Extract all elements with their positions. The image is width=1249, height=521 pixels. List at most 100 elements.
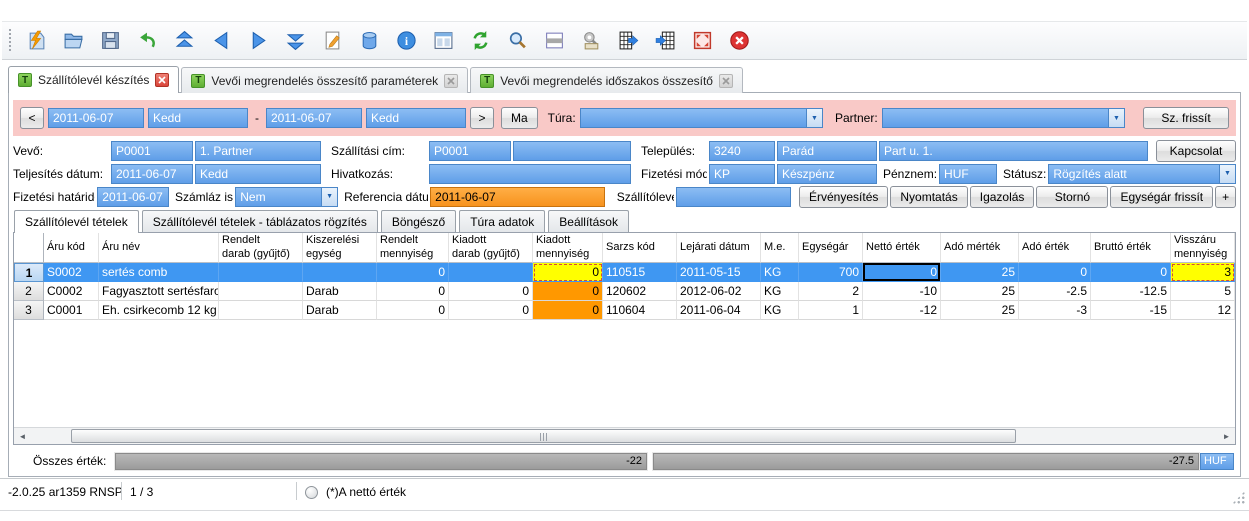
subtab-tablazatos-rogzites[interactable]: Szállítólevél tételek - táblázatos rögzí… (142, 210, 378, 232)
row-view-icon[interactable] (542, 29, 566, 53)
column-header[interactable]: Áru kód (44, 233, 99, 263)
day-from-field[interactable]: Kedd (148, 108, 248, 128)
fizetesi-mod-name-field[interactable]: Készpénz (777, 164, 877, 184)
tab-close-icon[interactable] (155, 73, 169, 87)
table-cell[interactable]: 2 (799, 282, 863, 301)
open-icon[interactable] (61, 29, 85, 53)
table-cell[interactable]: 0 (449, 301, 533, 320)
row-number-cell[interactable]: 2 (14, 282, 44, 301)
table-cell[interactable]: Fagyasztott sertésfarok (99, 282, 219, 301)
nyomtatas-button[interactable]: Nyomtatás (890, 186, 967, 208)
statusz-value[interactable]: Rögzítés alatt (1048, 164, 1219, 184)
table-cell[interactable]: 0 (533, 282, 603, 301)
szallitolevel-field[interactable] (676, 187, 791, 207)
plus-button[interactable]: + (1215, 186, 1236, 208)
table-cell[interactable]: Darab (303, 301, 377, 320)
table-cell[interactable]: S0002 (44, 263, 99, 282)
tab-vevoi-megrendeles-osszesito-parameterek[interactable]: T Vevői megrendelés összesítő paramétere… (181, 67, 468, 93)
teljesites-nap-field[interactable]: Kedd (195, 164, 321, 184)
table-cell[interactable]: 0 (533, 263, 603, 282)
table-cell[interactable]: Darab (303, 282, 377, 301)
grid-corner-cell[interactable] (14, 233, 44, 263)
tura-combobox[interactable]: ▼ (580, 108, 823, 128)
info-icon[interactable]: i (394, 29, 418, 53)
telepules-street-field[interactable]: Part u. 1. (879, 141, 1148, 161)
preview-icon[interactable] (431, 29, 455, 53)
column-header[interactable]: Adó mérték (941, 233, 1019, 263)
table-cell[interactable] (219, 301, 303, 320)
table-row[interactable]: 2C0002Fagyasztott sertésfarokDarab000120… (14, 282, 1235, 301)
telepules-city-field[interactable]: Parád (777, 141, 877, 161)
tab-vevoi-megrendeles-idoszakos-osszesito[interactable]: T Vevői megrendelés időszakos összesítő (470, 67, 743, 93)
table-cell[interactable]: 0 (377, 263, 449, 282)
table-cell[interactable]: 0 (449, 282, 533, 301)
table-cell[interactable]: -12 (863, 301, 941, 320)
table-cell[interactable]: sertés comb (99, 263, 219, 282)
resize-grip[interactable] (1232, 491, 1245, 504)
scrollbar-thumb[interactable] (71, 429, 1016, 443)
tab-close-icon[interactable] (444, 74, 458, 88)
table-cell[interactable]: 2012-06-02 (677, 282, 761, 301)
refresh-list-button[interactable]: Sz. frissít (1143, 107, 1229, 129)
penznem-field[interactable]: HUF (939, 164, 997, 184)
chevron-down-icon[interactable]: ▼ (1219, 164, 1236, 184)
table-cell[interactable]: 25 (941, 301, 1019, 320)
stop-icon[interactable] (727, 29, 751, 53)
export-table-icon[interactable] (616, 29, 640, 53)
column-header[interactable]: M.e. (761, 233, 799, 263)
table-cell[interactable]: 110515 (603, 263, 677, 282)
szallitasi-cim-code-field[interactable]: P0001 (429, 141, 511, 161)
column-header[interactable]: Rendelt darab (gyűjtő) (219, 233, 303, 263)
subtab-beallitasok[interactable]: Beállítások (548, 210, 629, 232)
undo-icon[interactable] (135, 29, 159, 53)
teljesites-datum-field[interactable]: 2011-06-07 (111, 164, 193, 184)
column-header[interactable]: Áru név (99, 233, 219, 263)
execute-icon[interactable] (24, 29, 48, 53)
statusz-combobox[interactable]: Rögzítés alatt ▼ (1048, 164, 1236, 184)
next-record-icon[interactable] (246, 29, 270, 53)
telepules-zip-field[interactable]: 3240 (709, 141, 775, 161)
tools-icon[interactable] (579, 29, 603, 53)
refresh-icon[interactable] (468, 29, 492, 53)
table-cell[interactable]: 0 (377, 282, 449, 301)
table-cell[interactable]: 2011-05-15 (677, 263, 761, 282)
table-cell[interactable]: 0 (377, 301, 449, 320)
szamlaz-value[interactable]: Nem (235, 187, 321, 207)
table-cell[interactable]: KG (761, 282, 799, 301)
kapcsolat-button[interactable]: Kapcsolat (1156, 140, 1236, 162)
table-cell[interactable]: 120602 (603, 282, 677, 301)
partner-combobox[interactable]: ▼ (882, 108, 1125, 128)
table-cell[interactable]: 0 (533, 301, 603, 320)
tab-close-icon[interactable] (719, 74, 733, 88)
table-cell[interactable]: 0 (1091, 263, 1171, 282)
table-cell[interactable]: -12.5 (1091, 282, 1171, 301)
tab-szallitolevel-keszites[interactable]: T Szállítólevél készítés (8, 66, 179, 93)
vevo-code-field[interactable]: P0001 (111, 141, 193, 161)
subtab-szallitolevel-tetelek[interactable]: Szállítólevél tételek (14, 210, 139, 233)
column-header[interactable]: Lejárati dátum (677, 233, 761, 263)
fizetesi-hatarido-field[interactable]: 2011-06-07 (97, 187, 169, 207)
table-cell[interactable]: C0001 (44, 301, 99, 320)
partner-value[interactable] (882, 108, 1108, 128)
column-header[interactable]: Bruttó érték (1091, 233, 1171, 263)
save-icon[interactable] (98, 29, 122, 53)
table-cell[interactable]: -15 (1091, 301, 1171, 320)
table-cell[interactable]: 3 (1171, 263, 1235, 282)
import-table-icon[interactable] (653, 29, 677, 53)
table-cell[interactable] (449, 263, 533, 282)
subtab-tura-adatok[interactable]: Túra adatok (459, 210, 545, 232)
table-cell[interactable]: -3 (1019, 301, 1091, 320)
today-button[interactable]: Ma (501, 107, 538, 129)
table-cell[interactable] (303, 263, 377, 282)
column-header[interactable]: Visszáru mennyiség (1171, 233, 1235, 263)
ervenyesites-button[interactable]: Érvényesítés (799, 186, 888, 208)
column-header[interactable]: Sarzs kód (603, 233, 677, 263)
chevron-down-icon[interactable]: ▼ (806, 108, 823, 128)
row-number-cell[interactable]: 3 (14, 301, 44, 320)
toolbar-drag-handle[interactable] (8, 28, 13, 53)
previous-record-icon[interactable] (209, 29, 233, 53)
column-header[interactable]: Kiszerelési egység (303, 233, 377, 263)
referencia-datum-field[interactable]: 2011-06-07 (430, 187, 605, 207)
storno-button[interactable]: Stornó (1036, 186, 1108, 208)
igazolas-button[interactable]: Igazolás (970, 186, 1035, 208)
